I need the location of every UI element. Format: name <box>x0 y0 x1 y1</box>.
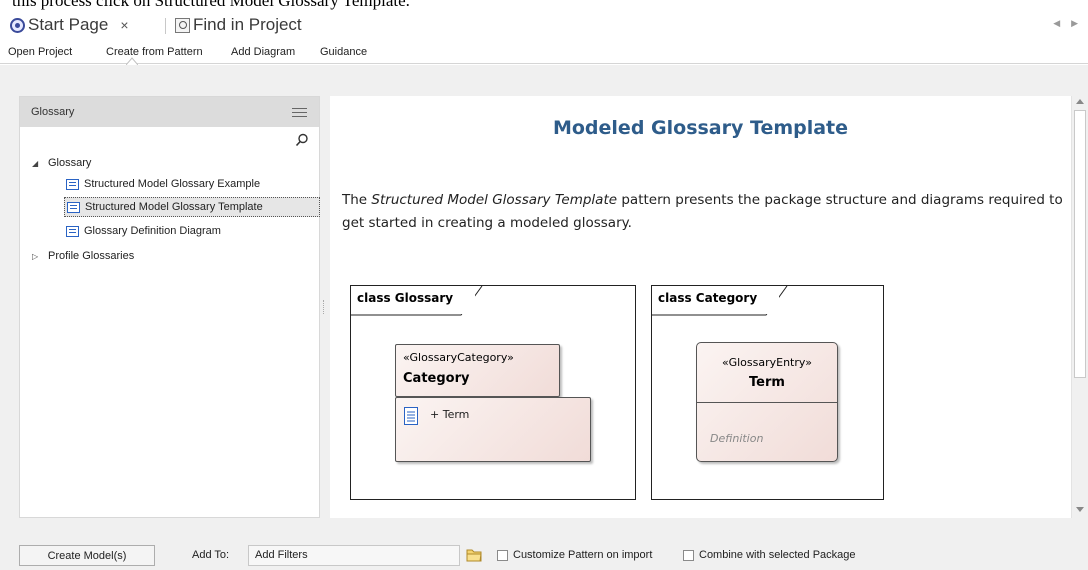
checkbox-label: Customize Pattern on import <box>513 549 653 561</box>
active-caret-icon <box>126 57 138 65</box>
attribute-term: + Term <box>430 408 470 421</box>
pattern-description: The Structured Model Glossary Template p… <box>342 192 1063 231</box>
frame-label: class Category <box>652 286 780 314</box>
pattern-tree-panel: Glossary ◢ Glossary Structured Model Glo… <box>19 96 320 518</box>
tree-item-structured-model-glossary-example[interactable]: Structured Model Glossary Example <box>66 174 260 194</box>
tree-item-label: Structured Model Glossary Example <box>84 178 261 190</box>
frame-label: class Glossary <box>351 286 476 314</box>
folder-open-icon[interactable] <box>465 546 483 564</box>
customize-pattern-checkbox[interactable]: Customize Pattern on import <box>497 549 652 561</box>
create-models-button[interactable]: Create Model(s) <box>19 545 155 566</box>
collapsed-icon[interactable]: ▷ <box>32 252 42 261</box>
tree-item-profile-glossaries[interactable]: ▷ Profile Glossaries <box>32 246 134 266</box>
search-icon[interactable] <box>295 133 309 147</box>
vertical-scrollbar[interactable] <box>1071 96 1087 518</box>
tab-scroll-arrows-icon[interactable]: ◀ ▶ <box>1053 19 1082 29</box>
pattern-detail-panel: Modeled Glossary Template The Structured… <box>330 96 1071 518</box>
checkbox-box[interactable] <box>497 549 508 561</box>
add-to-label: Add To: <box>192 549 230 561</box>
subnav-guidance[interactable]: Guidance <box>320 46 367 58</box>
checkbox-label: Combine with selected Package <box>699 549 856 561</box>
tab-start-page-label: Start Page <box>28 15 109 34</box>
tree-item-glossary-definition-diagram[interactable]: Glossary Definition Diagram <box>66 221 221 241</box>
tab-find-in-project-label: Find in Project <box>193 15 302 34</box>
pattern-name-emphasis: Structured Model Glossary Template <box>371 192 618 208</box>
tree-item-glossary[interactable]: ◢ Glossary <box>32 153 91 173</box>
add-to-field[interactable]: Add Filters <box>248 545 460 566</box>
tab-strip: Start Page × Find in Project ◀ ▶ <box>0 10 1088 40</box>
class-category-header[interactable]: «GlossaryCategory» Category <box>395 344 560 397</box>
class-name: Category <box>403 371 470 386</box>
combine-package-checkbox[interactable]: Combine with selected Package <box>683 549 856 561</box>
panel-header: Glossary <box>20 97 319 127</box>
tab-separator <box>165 18 166 34</box>
compartment-divider <box>697 402 837 403</box>
diagram-frame-glossary: class Glossary «GlossaryCategory» Catego… <box>350 285 636 500</box>
attribute-list-icon <box>404 407 418 425</box>
panel-title: Glossary <box>31 106 75 118</box>
diagram-frame-category: class Category «GlossaryEntry» Term Defi… <box>651 285 884 500</box>
subnav-create-from-pattern[interactable]: Create from Pattern <box>106 46 203 58</box>
stereotype-label: «GlossaryEntry» <box>722 356 812 369</box>
class-name: Term <box>749 375 785 390</box>
find-icon <box>175 17 190 33</box>
tab-find-in-project[interactable]: Find in Project <box>175 12 302 38</box>
tree-item-label: Profile Glossaries <box>48 250 135 262</box>
checkbox-box[interactable] <box>683 549 694 561</box>
tab-start-page[interactable]: Start Page × <box>10 12 129 38</box>
stereotype-label: «GlossaryCategory» <box>403 351 514 364</box>
tree-item-label: Glossary <box>48 157 92 169</box>
tree-item-label: Structured Model Glossary Template <box>85 201 263 213</box>
tree-item-structured-model-glossary-template[interactable]: Structured Model Glossary Template <box>64 197 320 217</box>
class-category-attributes[interactable]: + Term <box>395 397 591 462</box>
start-page-icon <box>10 17 25 33</box>
scroll-thumb[interactable] <box>1074 110 1086 378</box>
subnav-open-project[interactable]: Open Project <box>8 46 72 58</box>
class-term[interactable]: «GlossaryEntry» Term Definition <box>696 342 838 462</box>
scroll-down-icon[interactable] <box>1076 507 1084 512</box>
menu-icon[interactable] <box>292 108 307 117</box>
subnav-add-diagram[interactable]: Add Diagram <box>231 46 295 58</box>
definition-note: Definition <box>710 432 764 445</box>
diagram-icon <box>66 225 79 237</box>
diagram-icon <box>67 201 80 213</box>
pattern-title: Modeled Glossary Template <box>552 117 849 139</box>
close-icon[interactable]: × <box>120 17 128 33</box>
subnav: Open Project Create from Pattern Add Dia… <box>0 40 1088 65</box>
panel-splitter[interactable] <box>323 300 326 314</box>
tree-item-label: Glossary Definition Diagram <box>84 225 221 237</box>
diagram-icon <box>66 178 79 190</box>
expanded-icon[interactable]: ◢ <box>32 159 42 168</box>
scroll-up-icon[interactable] <box>1076 99 1084 104</box>
